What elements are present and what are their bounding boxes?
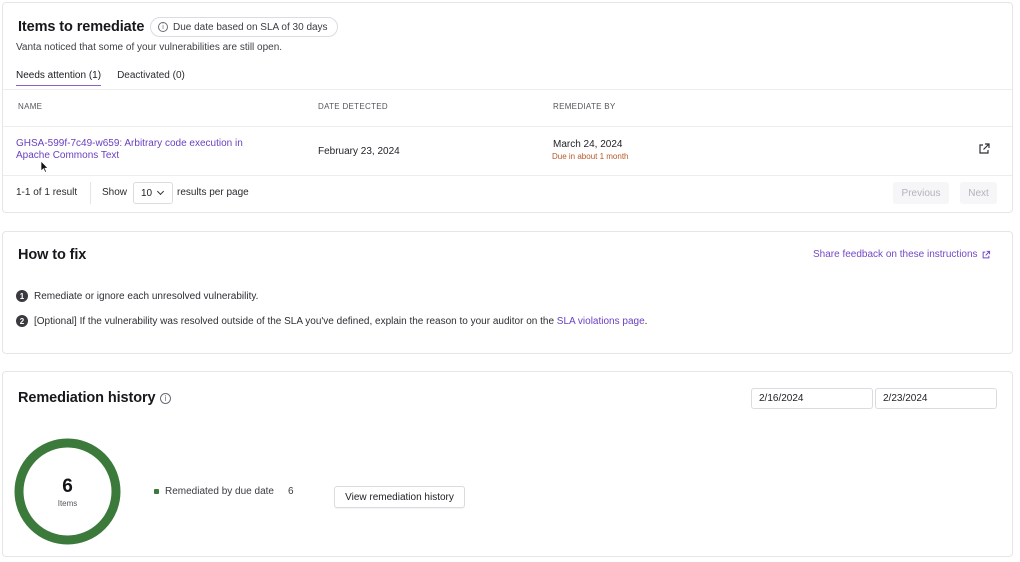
sla-violations-link[interactable]: SLA violations page — [557, 316, 645, 327]
remediate-by-cell: March 24, 2024 — [553, 139, 623, 150]
info-icon[interactable]: i — [160, 393, 171, 404]
external-link-icon[interactable] — [977, 142, 991, 156]
date-detected-cell: February 23, 2024 — [318, 146, 400, 157]
step-number-icon: 2 — [16, 315, 28, 327]
mouse-cursor-icon — [40, 160, 49, 173]
donut-total: 6 — [62, 476, 73, 497]
legend-item: Remediated by due date 6 — [154, 486, 294, 497]
step-number-icon: 1 — [16, 290, 28, 302]
per-page-select[interactable]: 10 — [133, 182, 173, 204]
header-divider — [3, 126, 1012, 127]
column-header-name[interactable]: NAME — [18, 102, 42, 111]
legend-label: Remediated by due date — [165, 486, 274, 497]
fix-step-1: 1 Remediate or ignore each unresolved vu… — [16, 290, 258, 302]
vulnerability-link[interactable]: GHSA-599f-7c49-w659: Arbitrary code exec… — [16, 138, 276, 161]
tabs-divider — [3, 89, 1012, 90]
due-note: Due in about 1 month — [552, 152, 629, 161]
step-text: [Optional] If the vulnerability was reso… — [34, 316, 647, 327]
show-label: Show — [102, 187, 128, 198]
previous-button[interactable]: Previous — [893, 182, 949, 204]
external-link-icon — [982, 250, 990, 258]
how-to-fix-title: How to fix — [18, 247, 87, 263]
fix-step-2: 2 [Optional] If the vulnerability was re… — [16, 315, 647, 327]
items-to-remediate-title: Items to remediate — [18, 19, 145, 35]
share-feedback-text: Share feedback on these instructions — [813, 249, 978, 260]
step-text: Remediate or ignore each unresolved vuln… — [34, 290, 259, 302]
result-count: 1-1 of 1 result — [16, 187, 78, 198]
share-feedback-link[interactable]: Share feedback on these instructions — [813, 249, 991, 260]
tab-needs-attention[interactable]: Needs attention (1) — [16, 70, 102, 86]
sla-pill-text: Due date based on SLA of 30 days — [173, 21, 328, 33]
tabs: Needs attention (1) Deactivated (0) — [16, 70, 185, 86]
per-page-value: 10 — [141, 187, 153, 199]
date-from-input[interactable] — [751, 388, 873, 409]
column-header-remediate-by[interactable]: REMEDIATE BY — [553, 102, 616, 111]
remediation-history-title: Remediation history — [18, 390, 156, 406]
sla-pill: i Due date based on SLA of 30 days — [150, 17, 338, 37]
pager-separator — [90, 182, 91, 204]
tab-deactivated[interactable]: Deactivated (0) — [117, 70, 185, 86]
donut-label: Items — [57, 499, 78, 508]
results-per-page-label: results per page — [177, 187, 249, 198]
items-subtitle: Vanta noticed that some of your vulnerab… — [16, 42, 283, 53]
step-text-before: [Optional] If the vulnerability was reso… — [34, 315, 557, 327]
step-text-after: . — [644, 315, 648, 327]
date-to-input[interactable] — [875, 388, 997, 409]
next-button[interactable]: Next — [960, 182, 997, 204]
chevron-down-icon — [157, 187, 165, 196]
column-header-date-detected[interactable]: DATE DETECTED — [318, 102, 388, 111]
row-divider — [3, 175, 1012, 176]
legend-value: 6 — [287, 486, 294, 497]
legend-swatch — [154, 489, 159, 494]
info-icon: i — [158, 22, 168, 32]
view-remediation-history-button[interactable]: View remediation history — [334, 486, 465, 508]
